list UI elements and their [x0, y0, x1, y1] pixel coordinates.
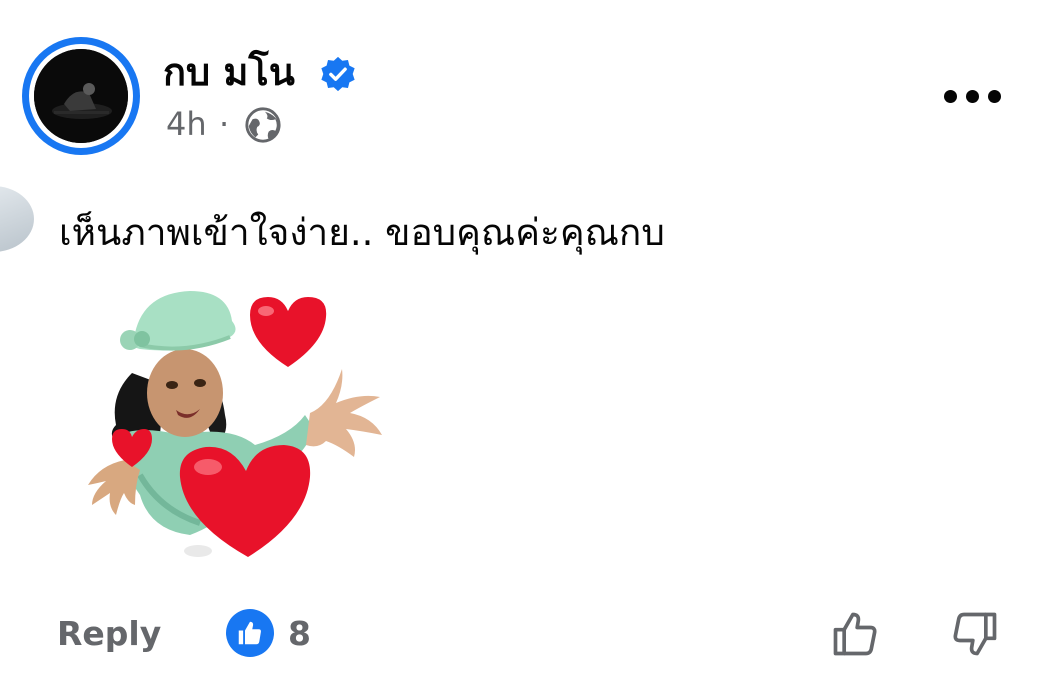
like-count[interactable]: 8: [288, 614, 311, 654]
commenter-avatar[interactable]: [0, 186, 34, 252]
sticker-right-hand: [306, 369, 382, 457]
sticker-image[interactable]: [80, 285, 390, 565]
thumbs-down-icon[interactable]: [949, 608, 1001, 660]
thumbs-up-icon[interactable]: [829, 608, 881, 660]
globe-icon[interactable]: [244, 106, 282, 144]
post-time[interactable]: 4h: [166, 104, 207, 144]
like-reaction-icon[interactable]: [226, 609, 274, 657]
more-dot: [944, 89, 957, 103]
meta-separator: ·: [219, 105, 230, 143]
avatar-photo: [34, 49, 128, 143]
author-avatar[interactable]: [34, 49, 128, 143]
more-dot: [966, 89, 979, 103]
verified-badge-icon: [321, 56, 355, 92]
comment-text: เห็นภาพเข้าใจง่าย.. ขอบคุณค่ะคุณกบ: [59, 211, 665, 254]
more-dot: [988, 89, 1001, 103]
reply-button[interactable]: Reply: [57, 614, 161, 654]
author-name[interactable]: กบ มโน: [163, 48, 295, 96]
like-thumb-glyph: [238, 621, 261, 645]
sticker-face: [147, 349, 223, 437]
more-options-icon[interactable]: [944, 82, 1004, 110]
sticker-left-hand: [88, 460, 140, 515]
